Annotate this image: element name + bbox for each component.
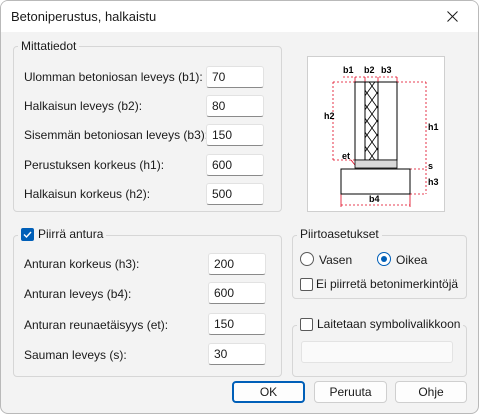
b2-label: Halkaisun leveys (b2): bbox=[24, 99, 143, 113]
h3-label: Anturan korkeus (h3): bbox=[24, 257, 140, 271]
close-button[interactable] bbox=[432, 3, 472, 30]
close-icon bbox=[446, 11, 458, 22]
label-b4: b4 bbox=[369, 194, 380, 204]
label-h1: h1 bbox=[428, 122, 439, 132]
outer-concrete bbox=[354, 81, 366, 161]
b4-label: Anturan leveys (b4): bbox=[24, 287, 132, 301]
label-b2: b2 bbox=[364, 65, 375, 75]
checkmark-icon bbox=[23, 231, 32, 238]
side-left-label[interactable]: Vasen bbox=[319, 253, 352, 267]
b2-input[interactable] bbox=[206, 95, 264, 117]
ok-button[interactable]: OK bbox=[232, 381, 305, 403]
b3-input[interactable] bbox=[206, 124, 264, 146]
footing-block bbox=[340, 168, 411, 195]
et-input[interactable] bbox=[208, 313, 266, 335]
symbol-library-title: Laitetaan symbolivalikkoon bbox=[297, 317, 464, 331]
side-right-radio[interactable] bbox=[377, 252, 391, 266]
no-concrete-markings-label[interactable]: Ei piirretä betonimerkintöjä bbox=[316, 277, 458, 291]
help-button[interactable]: Ohje bbox=[395, 381, 467, 403]
inner-concrete bbox=[377, 81, 398, 161]
symbol-library-checkbox[interactable] bbox=[300, 317, 313, 331]
h3-input[interactable] bbox=[208, 253, 266, 275]
diagram-preview: b1 b2 b3 h2 h1 et s h3 b4 bbox=[307, 56, 445, 212]
draw-footing-checkbox[interactable] bbox=[21, 227, 34, 241]
label-h3: h3 bbox=[428, 177, 439, 187]
s-label: Sauman leveys (s): bbox=[24, 348, 127, 362]
no-concrete-markings-checkbox[interactable] bbox=[300, 278, 313, 291]
window-title: Betoniperustus, halkaistu bbox=[11, 9, 157, 24]
b3-label: Sisemmän betoniosan leveys (b3): bbox=[24, 128, 209, 142]
b4-input[interactable] bbox=[208, 282, 266, 304]
footing-group-title: Piirrä antura bbox=[18, 227, 107, 241]
dialog-window: Betoniperustus, halkaistu Mittatiedot Ul… bbox=[0, 0, 479, 414]
foundation-diagram: b1 b2 b3 h2 h1 et s h3 b4 bbox=[324, 65, 439, 207]
symbol-library-label[interactable]: Laitetaan symbolivalikkoon bbox=[317, 317, 460, 331]
label-b3: b3 bbox=[381, 65, 392, 75]
side-left-radio[interactable] bbox=[300, 252, 314, 266]
side-right-label[interactable]: Oikea bbox=[396, 253, 427, 267]
draw-settings-title: Piirtoasetukset bbox=[297, 227, 382, 241]
split-insulation bbox=[364, 81, 379, 161]
cancel-button[interactable]: Peruuta bbox=[314, 381, 387, 403]
label-s: s bbox=[428, 161, 433, 171]
h2-label: Halkaisun korkeus (h2): bbox=[24, 187, 151, 201]
h1-label: Perustuksen korkeus (h1): bbox=[24, 158, 165, 172]
h2-input[interactable] bbox=[206, 183, 264, 205]
joint-strip bbox=[354, 159, 398, 169]
b1-input[interactable] bbox=[206, 66, 264, 88]
label-h2: h2 bbox=[324, 111, 335, 121]
et-label: Anturan reunaetäisyys (et): bbox=[24, 318, 169, 332]
title-bar: Betoniperustus, halkaistu bbox=[1, 1, 478, 32]
h1-input[interactable] bbox=[206, 154, 264, 176]
label-et: et bbox=[342, 151, 350, 161]
symbol-library-field bbox=[301, 341, 453, 363]
b1-label: Ulomman betoniosan leveys (b1): bbox=[24, 70, 203, 84]
label-b1: b1 bbox=[343, 65, 354, 75]
dimensions-group-title: Mittatiedot bbox=[18, 39, 80, 53]
draw-footing-label[interactable]: Piirrä antura bbox=[38, 227, 103, 241]
s-input[interactable] bbox=[208, 343, 266, 365]
